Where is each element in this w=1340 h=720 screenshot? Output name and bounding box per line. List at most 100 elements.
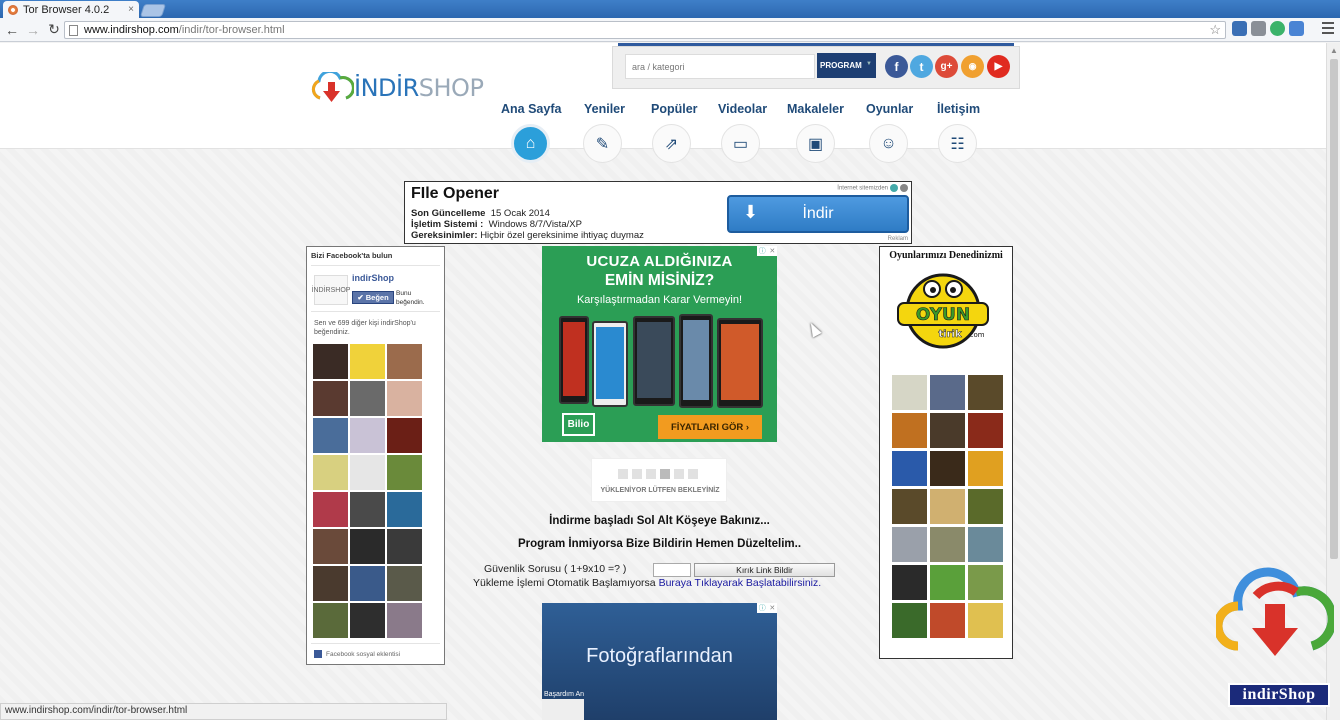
reload-icon[interactable]: ↻ xyxy=(45,21,63,39)
avatar[interactable] xyxy=(350,529,385,564)
facebook-page-logo[interactable]: İNDİRSHOP xyxy=(312,275,350,305)
game-thumbnail[interactable] xyxy=(968,603,1003,638)
facebook-page-name[interactable]: indirShop xyxy=(352,273,394,283)
rss-icon[interactable]: ◉ xyxy=(961,55,984,78)
folder-icon[interactable]: ▣ xyxy=(796,124,835,163)
avatar[interactable] xyxy=(387,529,422,564)
avatar[interactable] xyxy=(313,344,348,379)
avatar[interactable] xyxy=(350,418,385,453)
ad-download-button[interactable]: ⬇ İndir xyxy=(727,195,909,233)
home-icon[interactable]: ⌂ xyxy=(511,124,550,163)
avatar[interactable] xyxy=(350,344,385,379)
program-category-select[interactable]: PROGRAM ▼ xyxy=(817,53,876,78)
start-download-link[interactable]: Buraya Tıklayarak Başlatabilirsiniz. xyxy=(659,577,822,589)
avatar[interactable] xyxy=(387,344,422,379)
avatar[interactable] xyxy=(387,381,422,416)
game-thumbnail[interactable] xyxy=(892,603,927,638)
game-thumbnail[interactable] xyxy=(892,527,927,562)
file-opener-ad[interactable]: FIle Opener Son Güncelleme 15 Ocak 2014 … xyxy=(404,181,912,244)
avatar[interactable] xyxy=(387,492,422,527)
avatar[interactable] xyxy=(313,381,348,416)
contact-icon[interactable]: ☷ xyxy=(938,124,977,163)
facebook-like-button[interactable]: ✔ Beğen xyxy=(352,291,394,304)
game-thumbnail[interactable] xyxy=(930,565,965,600)
youtube-icon[interactable]: ▶ xyxy=(987,55,1010,78)
scrollbar-thumb[interactable] xyxy=(1330,59,1338,559)
avatar[interactable] xyxy=(350,381,385,416)
video-extension-icon[interactable] xyxy=(1251,21,1266,36)
tab-close-icon[interactable]: × xyxy=(128,4,134,15)
avatar[interactable] xyxy=(313,529,348,564)
game-thumbnail[interactable] xyxy=(968,489,1003,524)
site-logo[interactable]: İNDİRSHOP xyxy=(310,72,484,104)
download-extension-icon[interactable] xyxy=(1232,21,1247,36)
photo-ad[interactable]: Fotoğraflarından Başardım An ⓘ ✕ xyxy=(542,603,777,720)
game-thumbnail[interactable] xyxy=(968,451,1003,486)
adchoices-icon[interactable]: ⓘ ✕ xyxy=(757,246,777,256)
oyuntirik-logo[interactable]: OYUN tirik .com xyxy=(892,265,994,353)
avatar[interactable] xyxy=(313,492,348,527)
game-thumbnail[interactable] xyxy=(930,413,965,448)
game-thumbnail[interactable] xyxy=(968,413,1003,448)
avatar[interactable] xyxy=(387,566,422,601)
facebook-footer[interactable]: Facebook sosyal eklentisi xyxy=(314,650,400,658)
ad-info[interactable]: İnternet sitemizden xyxy=(837,184,908,192)
extension-icons xyxy=(1232,21,1304,36)
game-thumbnail[interactable] xyxy=(930,527,965,562)
browser-menu-icon[interactable] xyxy=(1322,22,1334,34)
nav-videos[interactable]: Videolar xyxy=(718,102,767,116)
game-thumbnail[interactable] xyxy=(930,603,965,638)
address-bar[interactable]: www.indirshop.com/indir/tor-browser.html… xyxy=(64,21,1226,39)
nav-popular[interactable]: Popüler xyxy=(651,102,698,116)
game-thumbnail[interactable] xyxy=(968,375,1003,410)
game-thumbnail[interactable] xyxy=(892,451,927,486)
document-icon[interactable]: ✎ xyxy=(583,124,622,163)
translate-extension-icon[interactable] xyxy=(1289,21,1304,36)
gamepad-icon[interactable]: ☺ xyxy=(869,124,908,163)
avatar[interactable] xyxy=(387,418,422,453)
see-prices-button[interactable]: FİYATLARI GÖR › xyxy=(658,415,762,439)
search-input[interactable]: ara / kategori xyxy=(625,54,815,79)
adchoices-icon[interactable]: ⓘ ✕ xyxy=(757,603,777,613)
nav-new[interactable]: Yeniler xyxy=(584,102,625,116)
avatar[interactable] xyxy=(313,455,348,490)
avatar[interactable] xyxy=(313,603,348,638)
game-thumbnail[interactable] xyxy=(892,413,927,448)
avatar[interactable] xyxy=(387,455,422,490)
report-broken-link-button[interactable]: Kırık Link Bildir xyxy=(694,563,835,577)
game-thumbnail[interactable] xyxy=(892,489,927,524)
game-thumbnail[interactable] xyxy=(892,565,927,600)
game-thumbnail[interactable] xyxy=(968,527,1003,562)
game-thumbnail[interactable] xyxy=(930,451,965,486)
avatar[interactable] xyxy=(350,455,385,490)
avatar[interactable] xyxy=(350,566,385,601)
back-arrow-icon[interactable]: ← xyxy=(3,21,21,39)
bookmark-star-icon[interactable]: ☆ xyxy=(1209,22,1221,38)
bilio-ad[interactable]: UCUZA ALDIĞINIZA EMİN MİSİNİZ? Karşılaşt… xyxy=(542,246,777,442)
video-icon[interactable]: ▭ xyxy=(721,124,760,163)
avatar[interactable] xyxy=(313,418,348,453)
nav-games[interactable]: Oyunlar xyxy=(866,102,913,116)
external-icon[interactable]: ⇗ xyxy=(652,124,691,163)
game-thumbnail[interactable] xyxy=(930,375,965,410)
game-thumbnail[interactable] xyxy=(892,375,927,410)
twitter-icon[interactable]: t xyxy=(910,55,933,78)
game-thumbnail[interactable] xyxy=(968,565,1003,600)
google-plus-icon[interactable]: g+ xyxy=(935,55,958,78)
avatar[interactable] xyxy=(350,492,385,527)
facebook-icon[interactable]: f xyxy=(885,55,908,78)
scroll-up-icon[interactable]: ▲ xyxy=(1330,46,1338,55)
avatar[interactable] xyxy=(313,566,348,601)
nav-articles[interactable]: Makaleler xyxy=(787,102,844,116)
ad-close-icon[interactable] xyxy=(900,184,908,192)
forward-arrow-icon[interactable]: → xyxy=(24,21,42,39)
game-thumbnail[interactable] xyxy=(930,489,965,524)
avatar[interactable] xyxy=(350,603,385,638)
security-answer-input[interactable] xyxy=(653,563,691,577)
new-tab-button[interactable] xyxy=(139,4,167,17)
nav-contact[interactable]: İletişim xyxy=(937,102,980,116)
avatar[interactable] xyxy=(387,603,422,638)
browser-tab[interactable]: Tor Browser 4.0.2 × xyxy=(3,1,139,18)
nav-home[interactable]: Ana Sayfa xyxy=(501,102,561,116)
adblock-extension-icon[interactable] xyxy=(1270,21,1285,36)
